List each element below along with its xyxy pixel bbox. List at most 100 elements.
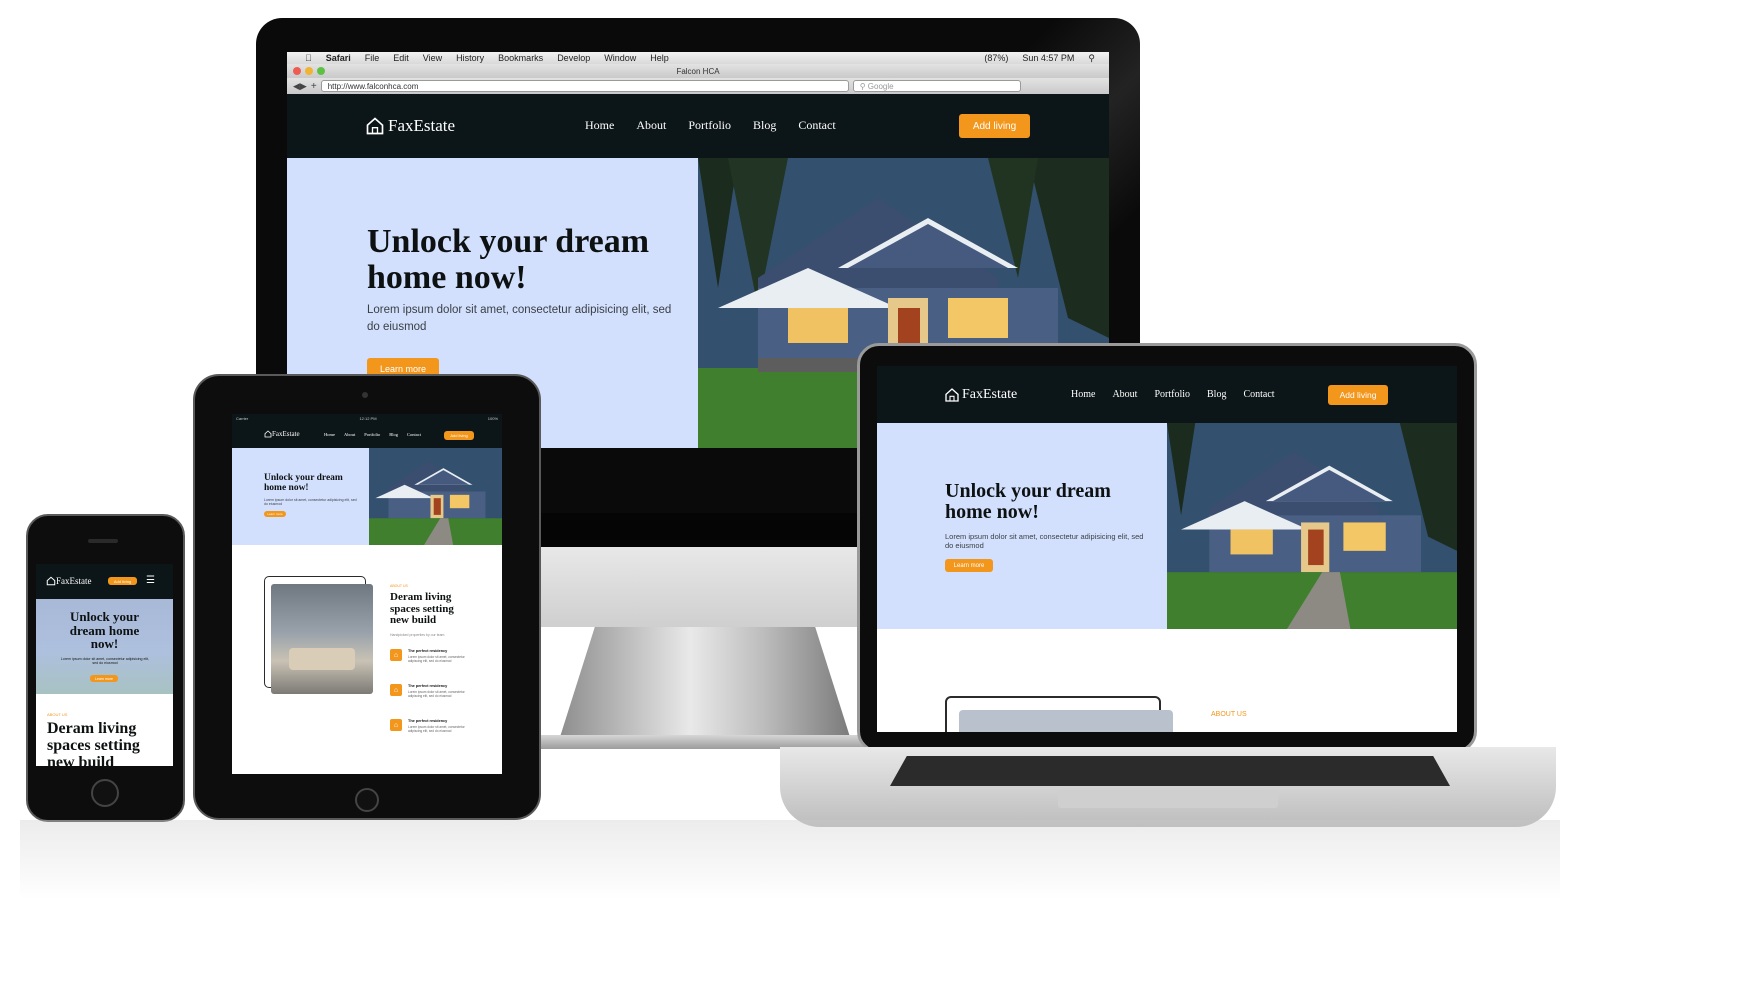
window-title: Falcon HCA xyxy=(676,66,720,76)
laptop-hero-text-panel: Unlock your dream home now! Lorem ipsum … xyxy=(877,423,1167,629)
tablet-nav-home[interactable]: Home xyxy=(324,432,335,437)
tablet-feature-1-icon: ⌂ xyxy=(390,649,402,661)
phone-add-living-button[interactable]: Add living xyxy=(108,577,137,585)
tablet-about-title: Deram living spaces setting new build xyxy=(390,591,454,627)
phone-home-button[interactable] xyxy=(91,779,119,807)
tablet-about-image xyxy=(271,584,373,694)
laptop-nav-blog[interactable]: Blog xyxy=(1207,389,1226,400)
phone-hero-title: Unlock your dream home now! xyxy=(69,609,140,652)
tablet-learn-more-button[interactable]: Learn more xyxy=(264,511,286,517)
phone-speaker xyxy=(88,539,118,543)
phone-site-logo[interactable]: FaxEstate xyxy=(46,576,92,586)
laptop-add-living-button[interactable]: Add living xyxy=(1328,385,1388,405)
hero-title: Unlock your dream home now! xyxy=(367,223,650,296)
phone-learn-more-button[interactable]: Learn more xyxy=(90,675,118,682)
add-living-button[interactable]: Add living xyxy=(959,114,1030,138)
tablet-add-living-button[interactable]: Add living xyxy=(444,431,474,440)
laptop-nav-home[interactable]: Home xyxy=(1071,389,1095,400)
menu-help[interactable]: Help xyxy=(650,53,669,63)
laptop-nav-about[interactable]: About xyxy=(1112,389,1137,400)
tablet-hero-title: Unlock your dream home now! xyxy=(264,473,343,493)
apple-icon[interactable]:  xyxy=(305,53,312,63)
tablet-nav-portfolio[interactable]: Portfolio xyxy=(364,432,380,437)
back-forward-icon[interactable]: ◀▶ xyxy=(293,81,307,92)
laptop-screen: FaxEstate Home About Portfolio Blog Cont… xyxy=(877,366,1457,732)
laptop-trackpad xyxy=(1058,790,1278,808)
tablet-site-logo[interactable]: FaxEstate xyxy=(264,430,300,438)
tablet-house-logo-icon xyxy=(264,430,272,438)
tablet-feature-2-title: The perfect residency xyxy=(408,684,448,688)
phone-house-logo-icon xyxy=(46,576,56,586)
tablet-feature-3-text: Lorem ipsum dolor sit amet, consectetur … xyxy=(408,725,465,733)
battery-status: (87%) xyxy=(984,53,1009,63)
phone-about-title: Deram living spaces setting new build xyxy=(47,720,140,766)
sofa-shape xyxy=(289,648,355,670)
search-icon: ⚲ xyxy=(859,81,868,91)
spotlight-icon[interactable]: ⚲ xyxy=(1088,53,1095,64)
tablet-about-tag: ABOUT US xyxy=(390,584,408,588)
tablet-site-navbar: FaxEstate Home About Portfolio Blog Cont… xyxy=(232,422,502,448)
nav-blog[interactable]: Blog xyxy=(753,118,776,133)
tablet-hero-text: Lorem ipsum dolor sit amet, consectetur … xyxy=(264,498,357,506)
menu-develop[interactable]: Develop xyxy=(557,53,590,63)
nav-home[interactable]: Home xyxy=(585,118,614,133)
tablet-camera xyxy=(362,392,368,398)
menu-bookmarks[interactable]: Bookmarks xyxy=(498,53,543,63)
tablet-screen: Carrier 12:12 PM 100% FaxEstate Home Abo… xyxy=(232,414,502,774)
browser-toolbar: ◀▶ + http://www.falconhca.com ⚲ Google xyxy=(287,78,1109,94)
menu-edit[interactable]: Edit xyxy=(393,53,409,63)
hero-text: Lorem ipsum dolor sit amet, consectetur … xyxy=(367,304,672,333)
tablet-status-bar: Carrier 12:12 PM 100% xyxy=(232,414,502,422)
laptop-house-logo-icon xyxy=(945,388,959,402)
tablet-feature-2-icon: ⌂ xyxy=(390,684,402,696)
tablet-main-menu: Home About Portfolio Blog Contact xyxy=(324,432,421,437)
menu-file[interactable]: File xyxy=(365,53,380,63)
laptop-hero-title: Unlock your dream home now! xyxy=(945,480,1111,523)
laptop-hero-house-image xyxy=(1167,423,1457,629)
menu-window[interactable]: Window xyxy=(604,53,636,63)
browser-titlebar: Falcon HCA xyxy=(287,64,1109,78)
nav-about[interactable]: About xyxy=(636,118,666,133)
phone-screen: FaxEstate Add living ☰ Unlock your dream… xyxy=(36,564,173,766)
house-logo-icon xyxy=(366,117,384,135)
nav-contact[interactable]: Contact xyxy=(798,118,835,133)
site-logo[interactable]: FaxEstate xyxy=(365,116,455,136)
url-field[interactable]: http://www.falconhca.com xyxy=(320,80,849,92)
laptop-main-menu: Home About Portfolio Blog Contact xyxy=(1071,389,1275,400)
mac-menubar:  Safari File Edit View History Bookmark… xyxy=(287,52,1109,64)
tablet-feature-3-title: The perfect residency xyxy=(408,719,448,723)
laptop-site-navbar: FaxEstate Home About Portfolio Blog Cont… xyxy=(877,366,1457,423)
laptop-hero-text: Lorem ipsum dolor sit amet, consectetur … xyxy=(945,532,1144,550)
search-field[interactable]: ⚲ Google xyxy=(852,80,1021,92)
hamburger-menu-icon[interactable]: ☰ xyxy=(146,576,155,586)
site-navbar: FaxEstate Home About Portfolio Blog Cont… xyxy=(287,94,1109,158)
phone-about-tag: ABOUT US xyxy=(47,712,68,717)
tablet-feature-3-icon: ⌂ xyxy=(390,719,402,731)
laptop-about-tag: ABOUT US xyxy=(1211,711,1247,718)
laptop-nav-portfolio[interactable]: Portfolio xyxy=(1154,389,1190,400)
tablet-home-button[interactable] xyxy=(355,788,379,812)
laptop-learn-more-button[interactable]: Learn more xyxy=(945,559,993,572)
tablet-nav-about[interactable]: About xyxy=(344,432,355,437)
tablet-nav-contact[interactable]: Contact xyxy=(407,432,421,437)
clock: Sun 4:57 PM xyxy=(1022,53,1075,63)
menu-app[interactable]: Safari xyxy=(326,53,351,63)
laptop-hero-section: Unlock your dream home now! Lorem ipsum … xyxy=(877,423,1457,629)
nav-portfolio[interactable]: Portfolio xyxy=(688,118,731,133)
laptop-site-logo[interactable]: FaxEstate xyxy=(944,387,1017,403)
phone-hero-text: Lorem ipsum dolor sit amet, consectetur … xyxy=(60,657,150,665)
tablet-feature-2-text: Lorem ipsum dolor sit amet, consectetur … xyxy=(408,690,465,698)
tablet-nav-blog[interactable]: Blog xyxy=(389,432,398,437)
laptop-nav-contact[interactable]: Contact xyxy=(1243,389,1274,400)
tablet-feature-1-title: The perfect residency xyxy=(408,649,448,653)
monitor-stand xyxy=(560,627,850,737)
tablet-hero-section: Unlock your dream home now! Lorem ipsum … xyxy=(232,448,502,545)
menu-view[interactable]: View xyxy=(423,53,442,63)
add-tab-icon[interactable]: + xyxy=(311,81,317,92)
menu-history[interactable]: History xyxy=(456,53,484,63)
tablet-hero-house-image xyxy=(369,448,502,545)
phone-hero-section: Unlock your dream home now! Lorem ipsum … xyxy=(36,599,173,694)
floor-reflection xyxy=(20,820,1560,900)
tablet-hero-text-panel: Unlock your dream home now! Lorem ipsum … xyxy=(232,448,369,545)
phone-site-navbar: FaxEstate Add living ☰ xyxy=(36,564,173,599)
